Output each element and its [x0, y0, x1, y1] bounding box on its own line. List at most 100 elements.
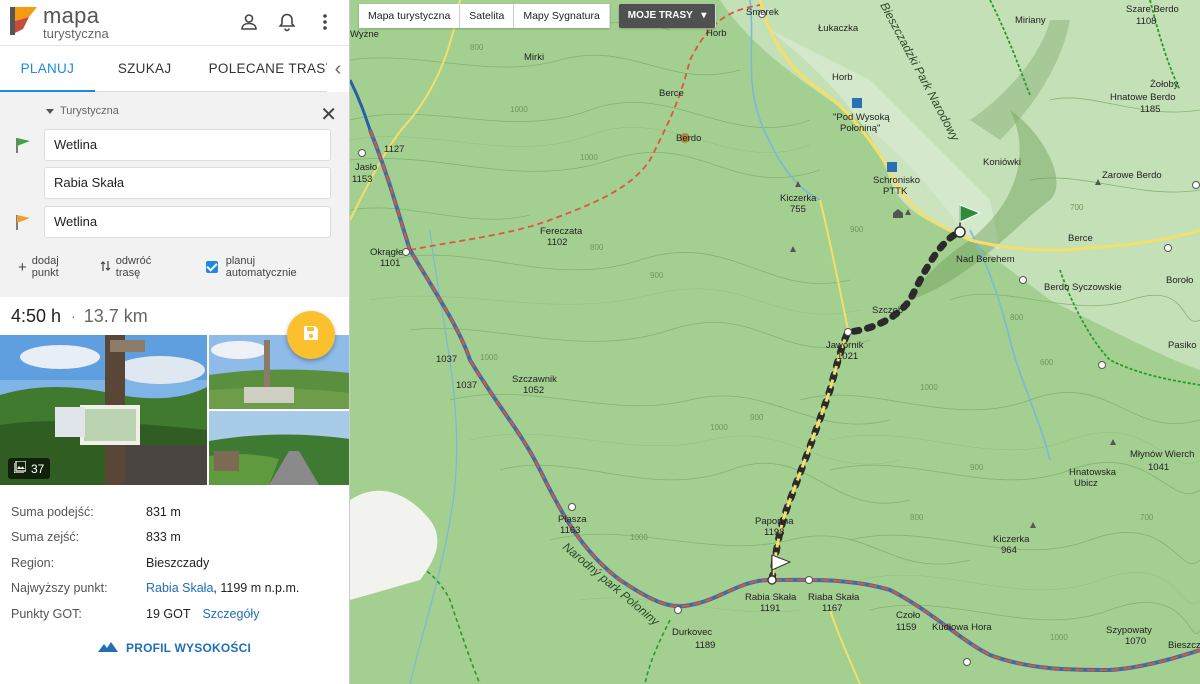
- photo-gallery[interactable]: 37: [0, 335, 349, 485]
- map-label: Płasza: [558, 514, 587, 525]
- route-info: Suma podejść: 831 m Suma zejść: 833 m Re…: [0, 485, 349, 655]
- info-key: Region:: [11, 555, 55, 570]
- mountain-icon: [98, 641, 118, 655]
- sidebar: mapa turystyczna PLANUJ SZUKAJ POLECANE …: [0, 0, 350, 684]
- route-time: 4:50 h: [11, 305, 62, 326]
- highest-point-link[interactable]: Rabia Skała: [146, 581, 213, 595]
- map-label: 1189: [695, 640, 715, 651]
- map-view[interactable]: 800 1000 1000 900 800 900 900 600 700 1000 1000…: [350, 0, 1200, 684]
- reverse-route-button[interactable]: odwróć trasę: [100, 255, 175, 279]
- map-label: "Pod Wysoką: [833, 112, 890, 123]
- caret-down-icon: [46, 108, 54, 114]
- auto-plan-checkbox[interactable]: planuj automatycznie: [206, 255, 323, 279]
- top-bar: mapa turystyczna: [0, 0, 349, 46]
- map-label: 1108: [1136, 16, 1156, 27]
- map-label: Kiczerka: [993, 534, 1030, 545]
- route-summary: 4:50 h · 13.7 km: [0, 297, 349, 359]
- map-label: Miriany: [1015, 15, 1046, 26]
- map-label: 1070: [1125, 636, 1146, 647]
- map-label: 1153: [352, 174, 372, 185]
- svg-text:1000: 1000: [580, 153, 598, 162]
- map-label: Berce: [659, 88, 684, 99]
- waypoint-mid: Rabia Skała: [0, 167, 349, 199]
- svg-text:600: 600: [1040, 358, 1054, 367]
- map-label: 1102: [547, 237, 567, 248]
- route-distance: 13.7 km: [83, 305, 148, 326]
- map-label: Kiczerka: [780, 193, 817, 204]
- map-canvas[interactable]: 800 1000 1000 900 800 900 900 600 700 1000 1000…: [350, 0, 1200, 684]
- map-label: Szczob: [872, 305, 903, 316]
- info-value: Bieszczady: [146, 555, 210, 570]
- map-label: Paportna: [755, 516, 794, 527]
- photo-thumb-2[interactable]: [209, 411, 349, 485]
- info-key: Najwyższy punkt:: [11, 581, 108, 596]
- svg-text:1000: 1000: [480, 353, 498, 362]
- green-flag-icon: [14, 136, 32, 154]
- user-icon[interactable]: [239, 12, 259, 32]
- my-routes-label: MOJE TRASY: [627, 10, 693, 21]
- layer-mapa-turystyczna[interactable]: Mapa turystyczna: [359, 4, 461, 28]
- elevation-profile-label: PROFIL WYSOKOŚCI: [126, 640, 251, 655]
- add-point-button[interactable]: + dodaj punkt: [18, 255, 85, 279]
- map-label: Horb: [706, 28, 727, 39]
- waypoint-input-end[interactable]: Wetlina: [44, 206, 331, 238]
- svg-text:1000: 1000: [510, 105, 528, 114]
- map-label: 1185: [1140, 104, 1160, 115]
- map-label: Ubicz: [1074, 478, 1098, 489]
- map-label: Młynów Wierch: [1130, 449, 1194, 460]
- svg-text:900: 900: [970, 463, 984, 472]
- map-label: Hnatowe Berdo: [1110, 92, 1175, 103]
- tab-polecane-trasy[interactable]: POLECANE TRASY: [194, 46, 349, 92]
- map-label: Mirki: [524, 52, 544, 63]
- map-label: Szypowaty: [1106, 625, 1152, 636]
- logo[interactable]: mapa turystyczna: [9, 5, 109, 40]
- map-label: Szare Berdo: [1126, 4, 1179, 15]
- map-label: 1127: [384, 144, 404, 155]
- map-label: Kudłowa Hora: [932, 622, 992, 633]
- close-icon[interactable]: ✕: [320, 102, 337, 127]
- my-routes-dropdown[interactable]: MOJE TRASY ▾: [618, 4, 717, 28]
- map-label: 1021: [837, 351, 858, 362]
- tab-planuj[interactable]: PLANUJ: [0, 46, 95, 92]
- svg-text:1000: 1000: [630, 533, 648, 542]
- waypoint-end: Wetlina: [0, 206, 349, 238]
- map-label: Boroło: [1166, 275, 1193, 286]
- waypoint-input-start[interactable]: Wetlina: [44, 129, 331, 161]
- map-label: PTTK: [883, 186, 908, 197]
- more-vert-icon[interactable]: [315, 12, 335, 32]
- logo-line1: mapa: [43, 3, 100, 28]
- got-details-link[interactable]: Szczegóły: [202, 607, 259, 621]
- reverse-route-label: odwróć trasę: [115, 255, 152, 279]
- info-row-highest: Najwyższy punkt: Rabia Skała, 1199 m n.p…: [0, 576, 349, 602]
- map-label: Pasiko: [1168, 340, 1197, 351]
- svg-text:700: 700: [1070, 203, 1084, 212]
- map-label: Riaba Skała: [808, 592, 860, 603]
- waypoint-start: Wetlina: [0, 129, 349, 161]
- map-label: Jawornik: [826, 340, 864, 351]
- map-label: Hnatowska: [1069, 467, 1117, 478]
- mode-selector[interactable]: Turystyczna: [46, 105, 349, 117]
- save-route-button[interactable]: [287, 311, 335, 359]
- photo-count: 37: [31, 461, 45, 476]
- map-label: Berdo: [676, 133, 701, 144]
- map-label: 1101: [380, 258, 400, 269]
- bell-icon[interactable]: [277, 12, 297, 32]
- elevation-profile-button[interactable]: PROFIL WYSOKOŚCI: [0, 641, 349, 655]
- layer-satelita[interactable]: Satelita: [460, 4, 515, 28]
- planner-actions: + dodaj punkt odwróć trasę planuj automa…: [18, 255, 338, 279]
- waypoint-input-mid[interactable]: Rabia Skała: [44, 167, 331, 199]
- map-label: 1167: [822, 603, 842, 614]
- svg-text:900: 900: [650, 271, 664, 280]
- tab-szukaj[interactable]: SZUKAJ: [95, 46, 195, 92]
- map-label: 1198: [764, 527, 784, 538]
- photo-main[interactable]: 37: [0, 335, 207, 485]
- info-value: , 1199 m n.p.m.: [213, 581, 300, 596]
- svg-text:900: 900: [850, 225, 864, 234]
- map-label: Okrągłe: [370, 247, 403, 258]
- chevron-left-icon[interactable]: ‹: [327, 46, 349, 92]
- svg-text:800: 800: [470, 43, 484, 52]
- orange-flag-icon: [14, 213, 32, 231]
- svg-text:800: 800: [910, 513, 924, 522]
- layer-mapy-sygnatura[interactable]: Mapy Sygnatura: [514, 4, 610, 28]
- photo-count-badge: 37: [8, 458, 51, 479]
